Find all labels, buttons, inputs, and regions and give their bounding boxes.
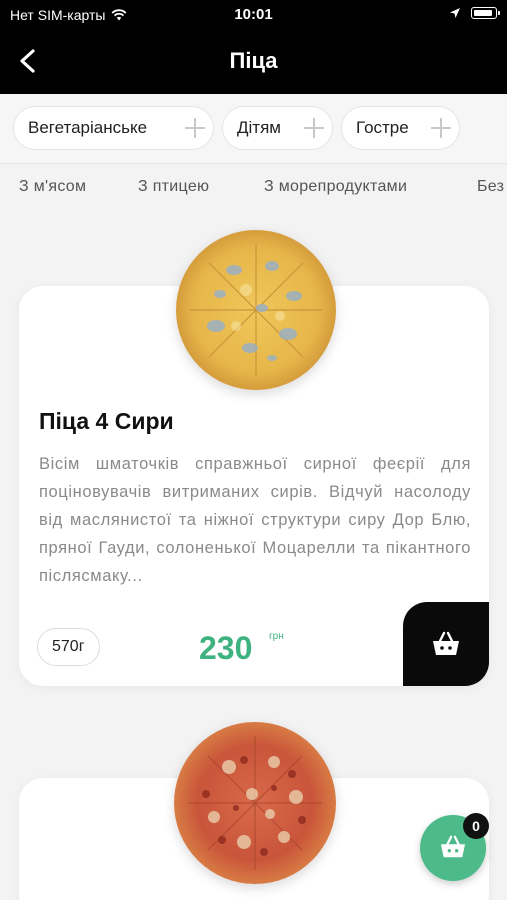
filter-bar: Вегетаріанське Дітям Гостре <box>0 94 507 164</box>
location-arrow-icon <box>450 8 460 18</box>
price-currency: грн <box>269 631 284 642</box>
tab-seafood[interactable]: З морепродуктами <box>264 178 407 196</box>
product-description: Вісім шматочків справжньої сирної феєрії… <box>39 455 471 585</box>
filter-chip-kids[interactable]: Дітям <box>222 106 333 150</box>
basket-icon <box>440 835 466 858</box>
tab-without[interactable]: Без <box>477 178 504 196</box>
nav-bar: Піца <box>0 30 507 94</box>
filter-chip-label: Гостре <box>356 118 409 137</box>
battery-icon <box>471 7 500 19</box>
filter-chip-vegetarian[interactable]: Вегетаріанське <box>13 106 214 150</box>
plus-icon <box>185 118 205 138</box>
tab-meat[interactable]: З м'ясом <box>19 178 86 196</box>
filter-chip-label: Дітям <box>237 118 281 137</box>
basket-icon <box>433 631 459 655</box>
product-name: Піца 4 Сири <box>39 408 174 434</box>
pizza-four-cheese-image <box>176 230 336 390</box>
pizza-meat-image <box>174 722 336 884</box>
filter-chip-label: Вегетаріанське <box>28 118 148 137</box>
page-title: Піца <box>229 48 278 73</box>
category-tabs: З м'ясом З птицею З морепродуктами Без <box>0 164 507 212</box>
plus-icon <box>431 118 451 138</box>
cart-count-badge: 0 <box>463 813 489 839</box>
product-price: 230 <box>199 630 253 666</box>
plus-icon <box>304 118 324 138</box>
weight-badge: 570г <box>37 628 100 666</box>
add-to-cart-button[interactable] <box>403 602 489 686</box>
tab-poultry[interactable]: З птицею <box>138 178 209 196</box>
filter-chip-spicy[interactable]: Гостре <box>341 106 460 150</box>
clock: 10:01 <box>234 6 273 23</box>
status-bar: Нет SIM-карты 10:01 <box>0 0 507 30</box>
